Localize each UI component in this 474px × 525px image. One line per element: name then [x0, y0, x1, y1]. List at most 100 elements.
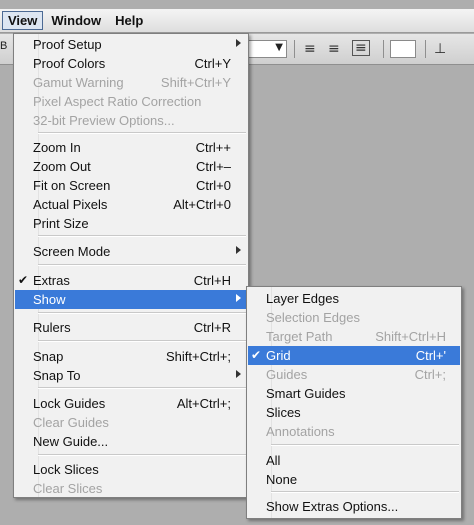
checkmark-icon: ✔ [18, 273, 29, 287]
submenu-item-target-path: Target Path Shift+Ctrl+H [248, 327, 460, 346]
item-label: Clear Guides [33, 415, 109, 430]
menu-separator [38, 312, 246, 314]
item-label: Snap To [33, 368, 81, 383]
item-label: Annotations [266, 424, 335, 439]
menu-item-zoom-in[interactable]: Zoom In Ctrl++ [15, 138, 247, 157]
align-right-icon[interactable]: ≡ [352, 40, 370, 56]
item-label: Clear Slices [33, 481, 103, 496]
view-menu: Proof Setup Proof Colors Ctrl+Y Gamut Wa… [13, 33, 249, 498]
item-label: Print Size [33, 216, 89, 231]
menu-item-clear-slices: Clear Slices [15, 479, 247, 498]
item-label: Lock Guides [33, 396, 106, 411]
submenu-item-annotations: Annotations [248, 422, 460, 441]
checkmark-icon: ✔ [251, 348, 262, 362]
submenu-item-guides: Guides Ctrl+; [248, 365, 460, 384]
item-shortcut: Ctrl+' [415, 348, 446, 363]
item-label: Zoom In [33, 140, 81, 155]
item-label: Zoom Out [33, 159, 91, 174]
menu-item-snap-to[interactable]: Snap To [15, 366, 247, 385]
menu-separator [38, 132, 246, 134]
menu-item-fit-on-screen[interactable]: Fit on Screen Ctrl+0 [15, 176, 247, 195]
menu-help[interactable]: Help [109, 11, 149, 30]
item-label: Fit on Screen [33, 178, 111, 193]
menu-separator [38, 454, 246, 456]
item-label: Actual Pixels [33, 197, 108, 212]
item-label: New Guide... [33, 434, 109, 449]
item-shortcut: Ctrl+R [193, 320, 231, 335]
menu-item-lock-slices[interactable]: Lock Slices [15, 460, 247, 479]
item-label: Proof Setup [33, 37, 102, 52]
item-label: Snap [33, 349, 64, 364]
menu-item-screen-mode[interactable]: Screen Mode [15, 242, 247, 261]
item-label: Rulers [33, 320, 71, 335]
menu-item-pixel-aspect: Pixel Aspect Ratio Correction [15, 92, 247, 111]
toolbar-divider [425, 40, 426, 58]
menu-separator [38, 235, 246, 237]
dropdown-arrow-icon: ▼ [275, 42, 283, 53]
menu-separator [271, 491, 459, 493]
item-shortcut: Shift+Ctrl+H [375, 329, 446, 344]
submenu-arrow-icon [236, 294, 241, 302]
item-label: Extras [33, 273, 70, 288]
submenu-arrow-icon [236, 370, 241, 378]
font-size-dropdown[interactable]: ▼ [245, 40, 287, 58]
menu-item-snap[interactable]: Snap Shift+Ctrl+; [15, 347, 247, 366]
show-submenu: Layer Edges Selection Edges Target Path … [246, 286, 462, 519]
toolbar-divider [294, 40, 295, 58]
menu-bar: View Window Help [0, 9, 474, 33]
submenu-arrow-icon [236, 39, 241, 47]
item-label: Target Path [266, 329, 333, 344]
menu-item-zoom-out[interactable]: Zoom Out Ctrl+– [15, 157, 247, 176]
item-label: Grid [266, 348, 291, 363]
item-shortcut: Ctrl++ [195, 140, 231, 155]
item-label: Screen Mode [33, 244, 111, 259]
submenu-item-layer-edges[interactable]: Layer Edges [248, 289, 460, 308]
menu-separator [38, 340, 246, 342]
item-label: Lock Slices [33, 462, 99, 477]
submenu-item-smart-guides[interactable]: Smart Guides [248, 384, 460, 403]
item-shortcut: Alt+Ctrl+; [176, 396, 231, 411]
menu-item-print-size[interactable]: Print Size [15, 214, 247, 233]
item-label: Proof Colors [33, 56, 106, 71]
item-label: 32-bit Preview Options... [33, 113, 175, 128]
menu-item-extras[interactable]: ✔ Extras Ctrl+H [15, 271, 247, 290]
menu-item-rulers[interactable]: Rulers Ctrl+R [15, 318, 247, 337]
item-label: Gamut Warning [33, 75, 124, 90]
submenu-item-none[interactable]: None [248, 470, 460, 489]
warp-text-icon[interactable]: ⊥ [434, 41, 446, 57]
menu-window[interactable]: Window [45, 11, 107, 30]
submenu-item-all[interactable]: All [248, 451, 460, 470]
menu-item-actual-pixels[interactable]: Actual Pixels Alt+Ctrl+0 [15, 195, 247, 214]
item-shortcut: Shift+Ctrl+; [165, 349, 231, 364]
menu-separator [38, 387, 246, 389]
item-label: Show [33, 292, 66, 307]
item-label: Pixel Aspect Ratio Correction [33, 94, 202, 109]
submenu-item-grid[interactable]: ✔ Grid Ctrl+' [248, 346, 460, 365]
item-shortcut: Ctrl+0 [195, 178, 231, 193]
menu-view[interactable]: View [2, 11, 44, 30]
item-shortcut: Ctrl+H [193, 273, 231, 288]
item-label: All [266, 453, 281, 468]
menu-separator [38, 264, 246, 266]
item-label: Slices [266, 405, 301, 420]
menu-item-proof-colors[interactable]: Proof Colors Ctrl+Y [15, 54, 247, 73]
menu-separator [271, 444, 459, 446]
item-shortcut: Alt+Ctrl+0 [173, 197, 231, 212]
item-label: Selection Edges [266, 310, 360, 325]
item-shortcut: Ctrl+– [195, 159, 231, 174]
submenu-item-slices[interactable]: Slices [248, 403, 460, 422]
menu-item-show[interactable]: Show [15, 290, 247, 309]
item-label: Guides [266, 367, 308, 382]
menu-item-proof-setup[interactable]: Proof Setup [15, 35, 247, 54]
menu-item-32bit-preview: 32-bit Preview Options... [15, 111, 247, 130]
item-label: Smart Guides [266, 386, 346, 401]
submenu-item-show-extras-options[interactable]: Show Extras Options... [248, 497, 460, 516]
menu-item-new-guide[interactable]: New Guide... [15, 432, 247, 451]
menu-item-clear-guides: Clear Guides [15, 413, 247, 432]
align-left-icon[interactable]: ≡ [304, 41, 316, 57]
align-center-icon[interactable]: ≡ [328, 41, 340, 57]
item-shortcut: Ctrl+; [414, 367, 446, 382]
menu-item-lock-guides[interactable]: Lock Guides Alt+Ctrl+; [15, 394, 247, 413]
text-color-swatch[interactable] [390, 40, 416, 58]
submenu-arrow-icon [236, 246, 241, 254]
